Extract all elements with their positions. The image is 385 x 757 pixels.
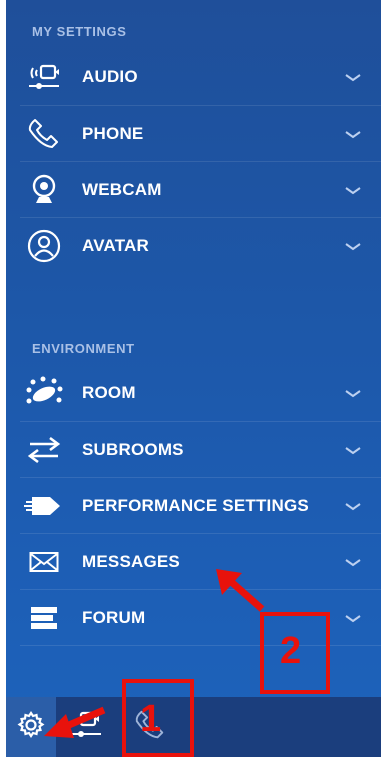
menu-item-webcam[interactable]: WEBCAM [20, 161, 381, 218]
chevron-down-icon[interactable] [345, 238, 361, 256]
annotation-number-2: 2 [280, 630, 302, 672]
section-title-my-settings: MY SETTINGS [32, 24, 127, 39]
annotation-arrow-1 [44, 706, 106, 738]
menu-item-audio[interactable]: AUDIO [20, 49, 381, 105]
menu-item-label: PERFORMANCE SETTINGS [82, 496, 309, 515]
forum-icon [22, 598, 66, 638]
chevron-down-icon[interactable] [345, 182, 361, 200]
annotation-number-1: 1 [140, 698, 162, 740]
menu-item-phone[interactable]: PHONE [20, 105, 381, 162]
menu-item-label: FORUM [82, 608, 146, 627]
menu-item-room[interactable]: ROOM [20, 365, 381, 421]
menu-item-label: SUBROOMS [82, 440, 184, 459]
chevron-down-icon[interactable] [345, 385, 361, 403]
menu-item-avatar[interactable]: AVATAR [20, 217, 381, 274]
menu-item-label: ROOM [82, 383, 136, 402]
chevron-down-icon[interactable] [345, 69, 361, 87]
chevron-down-icon[interactable] [345, 610, 361, 628]
menu-item-label: AUDIO [82, 67, 138, 86]
audio-settings-icon [22, 57, 66, 97]
room-icon [22, 373, 66, 413]
menu-item-label: PHONE [82, 124, 144, 143]
subrooms-icon [22, 430, 66, 470]
phone-icon [22, 114, 66, 154]
envelope-icon [22, 542, 66, 582]
avatar-icon [22, 226, 66, 266]
performance-icon [22, 486, 66, 526]
chevron-down-icon[interactable] [345, 126, 361, 144]
menu-item-label: MESSAGES [82, 552, 180, 571]
webcam-icon [22, 170, 66, 210]
menu-item-subrooms[interactable]: SUBROOMS [20, 421, 381, 478]
menu-item-messages[interactable]: MESSAGES [20, 533, 381, 590]
chevron-down-icon[interactable] [345, 554, 361, 572]
chevron-down-icon[interactable] [345, 442, 361, 460]
menu-item-label: WEBCAM [82, 180, 162, 199]
menu-item-performance-settings[interactable]: PERFORMANCE SETTINGS [20, 477, 381, 534]
chevron-down-icon[interactable] [345, 498, 361, 516]
annotation-arrow-2 [216, 569, 265, 612]
section-title-environment: ENVIRONMENT [32, 341, 135, 356]
menu-item-label: AVATAR [82, 236, 149, 255]
